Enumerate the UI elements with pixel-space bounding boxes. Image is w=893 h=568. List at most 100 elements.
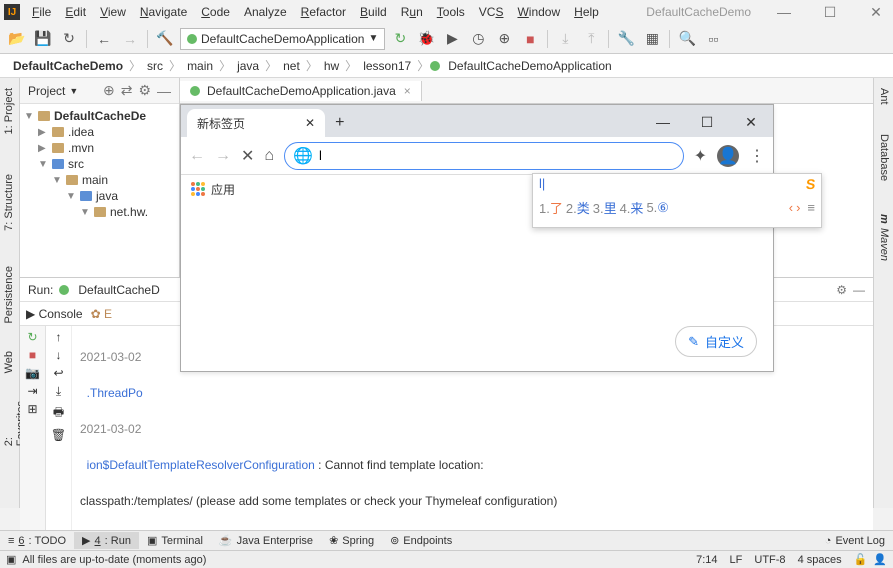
breadcrumb-item[interactable]: java bbox=[232, 58, 264, 74]
ime-candidate[interactable]: 2.类 bbox=[566, 198, 590, 217]
target-icon[interactable]: ⊕ bbox=[103, 82, 115, 99]
indent[interactable]: 4 spaces bbox=[798, 554, 842, 566]
menu-window[interactable]: Window bbox=[511, 3, 566, 21]
tab-javaee[interactable]: ☕ Java Enterprise bbox=[211, 532, 321, 549]
breadcrumb-item[interactable]: DefaultCacheDemoApplication bbox=[443, 58, 616, 74]
browser-tab[interactable]: 新标签页 ✕ bbox=[187, 109, 325, 137]
gear-icon[interactable]: ⚙ bbox=[138, 82, 151, 99]
git-push-icon[interactable]: ⤒ bbox=[580, 28, 602, 50]
ime-candidate[interactable]: 1.了 bbox=[539, 198, 563, 217]
tab-persistence[interactable]: Persistence bbox=[0, 260, 18, 329]
menu-view[interactable]: View bbox=[94, 3, 132, 21]
forward-icon[interactable]: → bbox=[215, 147, 231, 165]
collapse-icon[interactable]: — bbox=[853, 283, 865, 297]
attach-icon[interactable]: ⊕ bbox=[493, 28, 515, 50]
tab-project[interactable]: 1: Project bbox=[0, 82, 18, 140]
tab-web[interactable]: Web bbox=[0, 345, 18, 379]
menu-vcs[interactable]: VCS bbox=[473, 3, 510, 21]
tree-item[interactable]: .mvn bbox=[68, 141, 94, 155]
apps-icon[interactable] bbox=[191, 182, 205, 196]
ime-prev-icon[interactable]: ‹ bbox=[789, 200, 793, 215]
tab-run[interactable]: ▶ 4: Run bbox=[74, 532, 139, 549]
status-icon[interactable]: ▣ bbox=[6, 553, 16, 566]
sync-icon[interactable]: ↻ bbox=[58, 28, 80, 50]
ime-menu-icon[interactable]: ≡ bbox=[807, 200, 815, 215]
breadcrumb-item[interactable]: hw bbox=[319, 58, 344, 74]
menu-code[interactable]: Code bbox=[195, 3, 236, 21]
endpoints-tab[interactable]: ✿ E bbox=[91, 307, 112, 321]
tab-terminal[interactable]: ▣ Terminal bbox=[139, 532, 211, 549]
menu-run[interactable]: Run bbox=[395, 3, 429, 21]
build-icon[interactable]: 🔨 bbox=[154, 28, 176, 50]
expand-icon[interactable]: ⇄ bbox=[121, 82, 133, 99]
save-icon[interactable]: 💾 bbox=[32, 28, 54, 50]
tab-todo[interactable]: ≡ 6: TODO bbox=[0, 533, 74, 549]
run-anything-icon[interactable]: ▫▫ bbox=[702, 28, 724, 50]
menu-refactor[interactable]: Refactor bbox=[295, 3, 352, 21]
lock-icon[interactable]: 🔓 bbox=[854, 553, 868, 566]
address-bar[interactable]: 🌐 bbox=[284, 142, 684, 170]
layout-icon[interactable]: ⊞ bbox=[27, 402, 37, 416]
profile-icon[interactable]: ◷ bbox=[467, 28, 489, 50]
chevron-down-icon[interactable]: ▼ bbox=[69, 86, 78, 96]
ime-candidate[interactable]: 4.来 bbox=[620, 198, 644, 217]
git-pull-icon[interactable]: ⤓ bbox=[554, 28, 576, 50]
menu-edit[interactable]: Edit bbox=[59, 3, 92, 21]
forward-icon[interactable]: → bbox=[119, 28, 141, 50]
scroll-icon[interactable]: ⤓ bbox=[56, 384, 61, 399]
run-config-combo[interactable]: DefaultCacheDemoApplication ▼ bbox=[180, 28, 385, 50]
clear-icon[interactable]: 🗑 bbox=[51, 428, 66, 442]
ime-next-icon[interactable]: › bbox=[796, 200, 800, 215]
back-icon[interactable]: ← bbox=[189, 147, 205, 165]
tab-maven[interactable]: m Maven bbox=[875, 208, 893, 267]
menu-navigate[interactable]: Navigate bbox=[134, 3, 193, 21]
breadcrumb-item[interactable]: net bbox=[278, 58, 305, 74]
exit-icon[interactable]: ⇥ bbox=[27, 384, 37, 398]
menu-analyze[interactable]: Analyze bbox=[238, 3, 293, 21]
tree-item[interactable]: main bbox=[82, 173, 108, 187]
tree-item[interactable]: .idea bbox=[68, 125, 94, 139]
back-icon[interactable]: ← bbox=[93, 28, 115, 50]
tree-root[interactable]: DefaultCacheDe bbox=[54, 109, 146, 123]
menu-build[interactable]: Build bbox=[354, 3, 393, 21]
open-icon[interactable]: 📂 bbox=[6, 28, 28, 50]
inspect-icon[interactable]: 👤 bbox=[873, 553, 887, 566]
line-separator[interactable]: LF bbox=[730, 554, 743, 566]
breadcrumb-root[interactable]: DefaultCacheDemo bbox=[8, 58, 128, 74]
collapse-icon[interactable]: — bbox=[157, 83, 171, 99]
ime-candidate[interactable]: 3.里 bbox=[593, 198, 617, 217]
new-tab-button[interactable]: + bbox=[325, 109, 354, 137]
tab-endpoints[interactable]: ⊚ Endpoints bbox=[382, 532, 460, 549]
wrench-icon[interactable]: 🔧 bbox=[615, 28, 637, 50]
rerun-icon[interactable]: ↻ bbox=[27, 330, 37, 344]
tree-item[interactable]: src bbox=[68, 157, 84, 171]
tab-ant[interactable]: Ant bbox=[875, 82, 893, 111]
breadcrumb-item[interactable]: main bbox=[182, 58, 218, 74]
coverage-icon[interactable]: ▶ bbox=[441, 28, 463, 50]
menu-file[interactable]: File bbox=[26, 3, 57, 21]
home-icon[interactable]: ⌂ bbox=[264, 147, 274, 165]
tab-structure[interactable]: 7: Structure bbox=[0, 168, 18, 237]
tab-database[interactable]: Database bbox=[875, 128, 893, 187]
close-button[interactable]: ✕ bbox=[863, 4, 889, 21]
up-icon[interactable]: ↑ bbox=[56, 330, 62, 344]
close-icon[interactable]: ✕ bbox=[305, 116, 315, 130]
db-icon[interactable]: ▦ bbox=[641, 28, 663, 50]
gear-icon[interactable]: ⚙ bbox=[836, 283, 847, 297]
project-tree[interactable]: ▼DefaultCacheDe ▶.idea ▶.mvn ▼src ▼main … bbox=[20, 104, 179, 224]
down-icon[interactable]: ↓ bbox=[56, 348, 62, 362]
search-icon[interactable]: 🔍 bbox=[676, 28, 698, 50]
rerun-icon[interactable]: ↻ bbox=[389, 28, 411, 50]
bookmarks-label[interactable]: 应用 bbox=[211, 181, 235, 198]
maximize-button[interactable]: ☐ bbox=[817, 4, 843, 21]
stop-icon[interactable]: ✕ bbox=[241, 146, 254, 166]
maximize-button[interactable]: ☐ bbox=[685, 107, 729, 137]
url-input[interactable] bbox=[319, 148, 675, 163]
stop-icon[interactable]: ■ bbox=[519, 28, 541, 50]
kebab-menu-icon[interactable]: ⋮ bbox=[749, 146, 765, 166]
tab-spring[interactable]: ❀ Spring bbox=[321, 532, 382, 549]
minimize-button[interactable]: — bbox=[771, 4, 797, 20]
close-icon[interactable]: × bbox=[404, 84, 411, 98]
breadcrumb-item[interactable]: src bbox=[142, 58, 168, 74]
minimize-button[interactable]: — bbox=[641, 107, 685, 137]
